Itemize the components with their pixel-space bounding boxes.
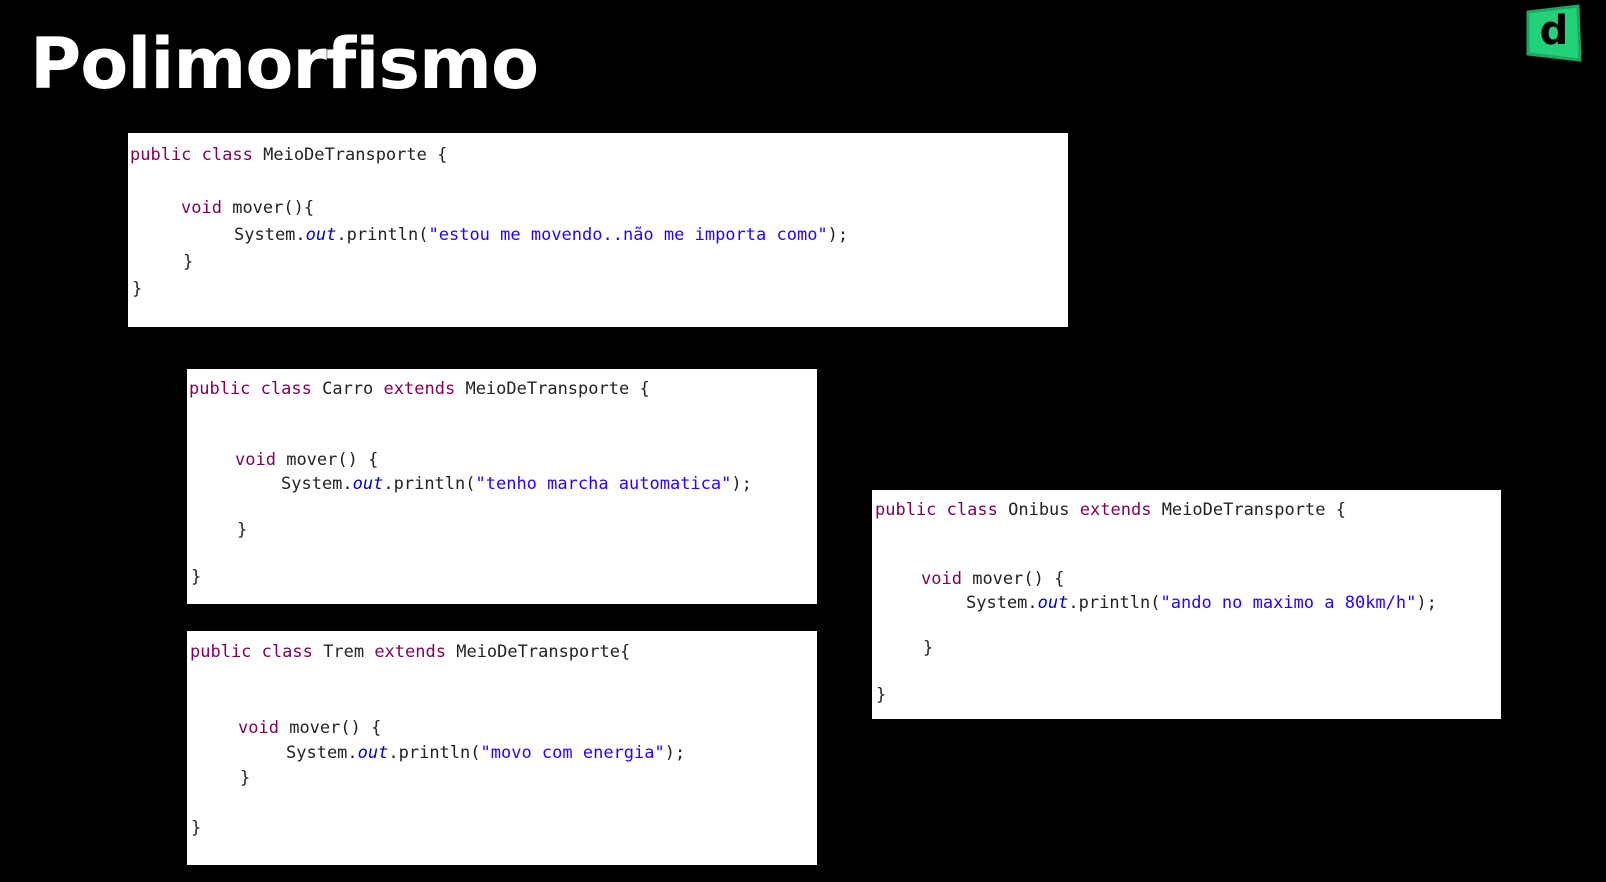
code-line-method-decl: void mover() { <box>921 569 1065 589</box>
slide-title: Polimorfismo <box>30 23 539 105</box>
code-block-meio-de-transporte: public class MeioDeTransporte { void mov… <box>128 133 1068 327</box>
code-line-class-close: } <box>191 818 202 838</box>
code-line-method-close: } <box>183 252 194 272</box>
code-block-carro: public class Carro extends MeioDeTranspo… <box>187 369 817 604</box>
code-line-method-decl: void mover() { <box>238 718 382 738</box>
code-line-method-close: } <box>923 638 934 658</box>
code-line-class-close: } <box>191 567 202 587</box>
code-line-class-close: } <box>132 279 143 299</box>
code-line-class-close: } <box>876 685 887 705</box>
code-line-println: System.out.println("ando no maximo a 80k… <box>966 593 1437 613</box>
code-line-method-close: } <box>237 520 248 540</box>
code-line-println: System.out.println("tenho marcha automat… <box>281 474 752 494</box>
code-line-class-decl: public class MeioDeTransporte { <box>130 145 448 165</box>
code-line-method-decl: void mover(){ <box>181 198 315 218</box>
code-line-method-decl: void mover() { <box>235 450 379 470</box>
code-block-trem: public class Trem extends MeioDeTranspor… <box>187 631 817 865</box>
code-line-println: System.out.println("movo com energia"); <box>286 743 686 763</box>
code-line-method-close: } <box>240 768 251 788</box>
code-line-class-decl: public class Onibus extends MeioDeTransp… <box>875 500 1346 520</box>
code-line-class-decl: public class Trem extends MeioDeTranspor… <box>190 642 631 662</box>
svg-text:d: d <box>1540 8 1569 54</box>
code-block-onibus: public class Onibus extends MeioDeTransp… <box>872 490 1501 719</box>
code-line-println: System.out.println("estou me movendo..nã… <box>234 225 849 245</box>
code-line-class-decl: public class Carro extends MeioDeTranspo… <box>189 379 650 399</box>
logo-d-icon: d <box>1526 4 1582 62</box>
